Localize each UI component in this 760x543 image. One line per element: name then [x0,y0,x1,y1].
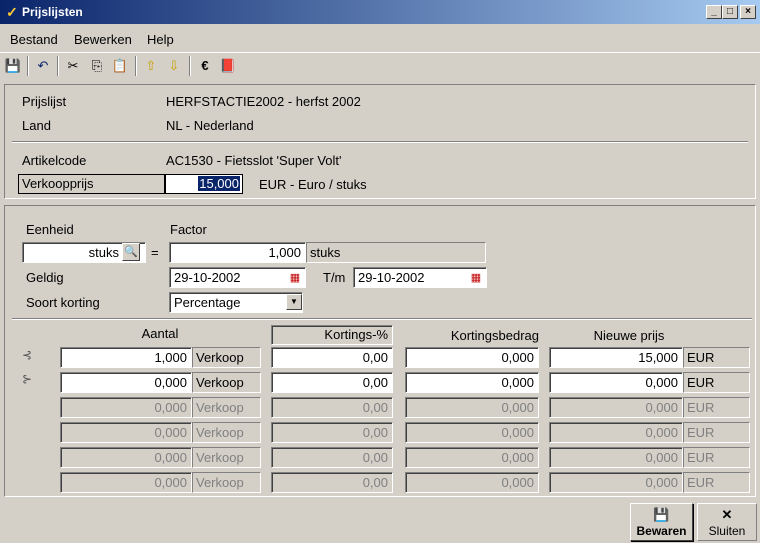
save-icon[interactable]: 💾 [3,56,23,76]
geldig-to-input[interactable]: 29-10-2002 [353,267,487,288]
arrow-up-icon[interactable]: ⇧ [141,56,161,76]
close-button[interactable]: × [740,5,756,19]
kortingsbedrag-input[interactable]: 0,000 [405,347,539,368]
kortings-pct-input[interactable]: 0,00 [271,422,393,443]
sluiten-button[interactable]: ✕ Sluiten [697,503,757,541]
soort-korting-label: Soort korting [26,295,100,310]
divider [12,318,752,320]
kortings-pct-input[interactable]: 0,00 [271,347,393,368]
type-label: Verkoop [192,347,261,368]
menu-help[interactable]: Help [147,32,174,47]
prijslijst-label: Prijslijst [22,94,67,109]
toolbar-separator [135,56,137,76]
verkoopprijs-value: 15,000 [198,176,240,191]
undo-icon[interactable]: ↶ [33,56,53,76]
type-label: Verkoop [192,422,261,443]
minimize-button[interactable]: _ [706,5,722,19]
bewaren-label: Bewaren [636,524,687,538]
currency-label: EUR [683,372,750,393]
nieuwe-prijs-input[interactable]: 0,000 [549,472,683,493]
kortings-pct-input[interactable]: 0,00 [271,472,393,493]
menu-bewerken[interactable]: Bewerken [74,32,132,47]
geldig-from-input[interactable]: 29-10-2002 [169,267,306,288]
kortings-pct-input[interactable]: 0,00 [271,447,393,468]
factor-label: Factor [170,222,207,237]
aantal-input[interactable]: 0,000 [60,372,192,393]
insert-row-icon[interactable]: ⊰ [22,348,32,362]
eenheid-label: Eenheid [26,222,74,237]
book-icon[interactable]: 📕 [218,56,238,76]
factor-unit: stuks [306,242,486,263]
euro-icon[interactable]: € [195,56,215,76]
kortings-pct-input[interactable]: 0,00 [271,397,393,418]
chevron-down-icon[interactable]: ▼ [286,294,302,310]
equals-sign: = [151,245,159,260]
currency-label: EUR [683,422,750,443]
land-label: Land [22,118,51,133]
delete-row-icon[interactable]: ⊱ [22,372,32,386]
land-value: NL - Nederland [166,118,254,133]
cut-icon[interactable]: ✂ [63,56,83,76]
factor-input[interactable]: 1,000 [169,242,306,263]
header-nieuwe-prijs: Nieuwe prijs [593,328,665,343]
aantal-input[interactable]: 0,000 [60,472,192,493]
kortingsbedrag-input[interactable]: 0,000 [405,472,539,493]
type-label: Verkoop [192,447,261,468]
close-icon: ✕ [721,507,733,522]
currency-label: EUR [683,347,750,368]
toolbar-separator [57,56,59,76]
currency-label: EUR [683,397,750,418]
artikelcode-value: AC1530 - Fietsslot 'Super Volt' [166,153,342,168]
kortingsbedrag-input[interactable]: 0,000 [405,397,539,418]
header-kortings-pct: Kortings-% [271,325,393,345]
paste-icon[interactable]: 📋 [110,56,130,76]
aantal-input[interactable]: 0,000 [60,397,192,418]
geldig-label: Geldig [26,270,64,285]
bewaren-button[interactable]: 💾 Bewaren [630,503,693,541]
sluiten-label: Sluiten [708,524,746,538]
nieuwe-prijs-input[interactable]: 0,000 [549,372,683,393]
header-aantal: Aantal [141,326,179,341]
type-label: Verkoop [192,397,261,418]
type-label: Verkoop [192,472,261,493]
soort-korting-select[interactable]: Percentage [169,292,303,313]
prijslijst-value: HERFSTACTIE2002 - herfst 2002 [166,94,361,109]
nieuwe-prijs-input[interactable]: 0,000 [549,447,683,468]
divider [12,141,748,143]
nieuwe-prijs-input[interactable]: 15,000 [549,347,683,368]
toolbar-separator [189,56,191,76]
verkoopprijs-unit: EUR - Euro / stuks [259,177,367,192]
calendar-icon[interactable]: ▦ [288,271,302,285]
nieuwe-prijs-input[interactable]: 0,000 [549,422,683,443]
copy-icon[interactable]: ⎘ [87,56,107,76]
menu-bestand[interactable]: Bestand [10,32,58,47]
verkoopprijs-label: Verkoopprijs [18,174,165,194]
currency-label: EUR [683,472,750,493]
kortingsbedrag-input[interactable]: 0,000 [405,447,539,468]
aantal-input[interactable]: 1,000 [60,347,192,368]
type-label: Verkoop [192,372,261,393]
tm-label: T/m [323,270,346,285]
kortingsbedrag-input[interactable]: 0,000 [405,372,539,393]
kortings-pct-input[interactable]: 0,00 [271,372,393,393]
window-title: Prijslijsten [22,5,83,19]
kortingsbedrag-input[interactable]: 0,000 [405,422,539,443]
title-bar: ✓ Prijslijsten _ □ × [0,0,760,24]
toolbar-separator [27,56,29,76]
app-icon: ✓ [6,4,18,20]
save-icon: 💾 [653,507,670,522]
aantal-input[interactable]: 0,000 [60,422,192,443]
currency-label: EUR [683,447,750,468]
nieuwe-prijs-input[interactable]: 0,000 [549,397,683,418]
maximize-button[interactable]: □ [722,5,738,19]
aantal-input[interactable]: 0,000 [60,447,192,468]
lookup-icon[interactable]: 🔍 [122,243,140,261]
calendar-icon[interactable]: ▦ [469,271,483,285]
arrow-down-icon[interactable]: ⇩ [164,56,184,76]
header-kortingsbedrag: Kortingsbedrag [450,328,539,343]
artikelcode-label: Artikelcode [22,153,87,168]
verkoopprijs-input[interactable]: 15,000 [165,174,243,194]
